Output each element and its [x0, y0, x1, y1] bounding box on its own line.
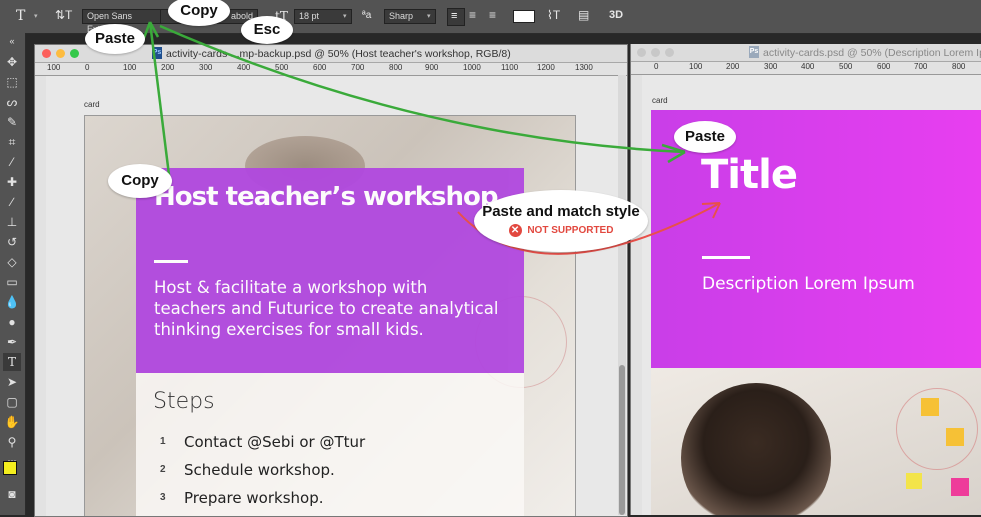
error-x-icon: ✕ [508, 224, 522, 237]
copy-callout-left: Copy [108, 164, 172, 198]
paste-match-style-label: Paste and match style [482, 203, 640, 220]
green-arrow-to-fontfield [148, 21, 172, 184]
green-arrow-to-title [159, 24, 686, 154]
paste-callout-top: Paste [85, 24, 145, 54]
paste-match-style-callout: Paste and match style ✕ NOT SUPPORTED [474, 190, 648, 252]
not-supported-line: ✕ NOT SUPPORTED [474, 224, 648, 237]
paste-callout-right: Paste [674, 121, 736, 153]
annotation-arrows [142, 21, 721, 255]
not-supported-label: NOT SUPPORTED [527, 225, 614, 236]
esc-callout: Esc [241, 16, 293, 44]
